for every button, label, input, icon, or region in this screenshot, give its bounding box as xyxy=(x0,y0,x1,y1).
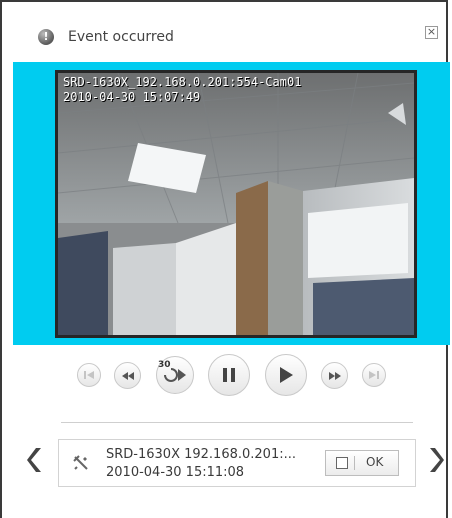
ok-button[interactable]: OK xyxy=(325,450,399,476)
acknowledge-checkbox[interactable] xyxy=(336,457,348,469)
event-item: SRD-1630X 192.168.0.201:... 2010-04-30 1… xyxy=(58,439,416,487)
ok-separator xyxy=(354,456,355,470)
close-button[interactable]: × xyxy=(425,26,438,39)
playback-controls: 30 xyxy=(62,353,402,397)
event-time: 2010-04-30 15:11:08 xyxy=(106,465,245,480)
event-source: SRD-1630X 192.168.0.201:... xyxy=(106,447,296,462)
step-forward-icon xyxy=(369,371,379,379)
replay-30-icon: 30 xyxy=(158,360,188,385)
pause-button[interactable] xyxy=(208,354,250,396)
previous-event-arrow-icon[interactable] xyxy=(27,446,43,474)
video-frame: SRD-1630X_192.168.0.201:554-Cam01 2010-0… xyxy=(55,70,417,338)
rewind-button[interactable] xyxy=(114,362,141,389)
video-panel: SRD-1630X_192.168.0.201:554-Cam01 2010-0… xyxy=(13,62,450,345)
play-button[interactable] xyxy=(265,354,307,396)
fast-forward-button[interactable] xyxy=(321,362,348,389)
next-frame-button[interactable] xyxy=(362,363,386,387)
pause-icon xyxy=(223,368,235,382)
tool-icon xyxy=(73,455,88,470)
fast-forward-icon xyxy=(328,371,341,380)
dialog-title: Event occurred xyxy=(68,29,174,45)
alert-icon: ! xyxy=(38,29,54,45)
video-timestamp: 2010-04-30 15:07:49 xyxy=(63,90,201,104)
next-event-arrow-icon[interactable] xyxy=(428,446,444,474)
prev-frame-button[interactable] xyxy=(77,363,101,387)
rewind-icon xyxy=(121,371,134,380)
camera-snapshot xyxy=(58,73,414,335)
step-back-icon xyxy=(84,371,94,379)
ok-label: OK xyxy=(366,455,384,469)
event-dialog: ! Event occurred × SRD-1630X_192.168.0.2… xyxy=(0,0,450,518)
divider xyxy=(61,422,413,423)
play-icon xyxy=(280,367,293,383)
title-bar: ! Event occurred × xyxy=(2,2,446,60)
camera-label: SRD-1630X_192.168.0.201:554-Cam01 xyxy=(63,75,302,89)
replay-30-button[interactable]: 30 xyxy=(156,356,194,394)
